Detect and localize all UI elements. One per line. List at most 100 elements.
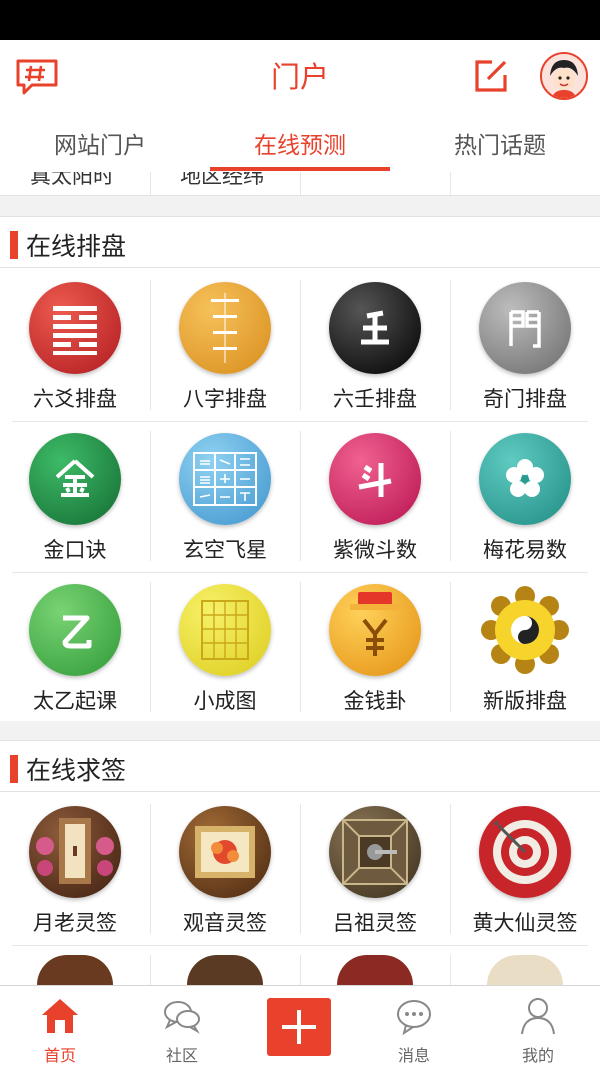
section-marker (10, 231, 18, 259)
nav-label: 我的 (521, 1046, 554, 1065)
section-header: 在线求签 (0, 740, 600, 792)
partial-icon-item[interactable] (487, 955, 563, 985)
col-divider (300, 280, 301, 410)
yi-character-icon (29, 584, 121, 676)
message-icon (397, 1000, 431, 1036)
partial-icon-item[interactable] (37, 955, 113, 985)
tab-online-prediction[interactable]: 在线预测 (210, 126, 390, 160)
plum-blossom-icon (479, 433, 571, 525)
tab-portal[interactable]: 网站门户 (10, 126, 190, 160)
row-divider (12, 945, 588, 946)
bazi-scroll-icon (179, 282, 271, 374)
grid-item-meihua[interactable]: 梅花易数 (450, 421, 600, 571)
grid-item-label: 玄空飞星 (183, 538, 267, 562)
col-divider (300, 431, 301, 561)
col-divider (450, 804, 451, 934)
col-divider (450, 431, 451, 561)
target-icon (479, 806, 571, 898)
col-divider (450, 582, 451, 712)
active-tab-indicator (210, 167, 390, 171)
grid-item-label: 金口诀 (43, 538, 107, 562)
grid-item-label: 吕祖灵签 (333, 911, 417, 935)
grid-item-liuren[interactable]: 六壬排盘 (300, 270, 450, 420)
divider (450, 172, 451, 195)
chat-bubbles-icon (164, 1001, 200, 1034)
grid-paper-icon (179, 584, 271, 676)
grid-item-label: 六壬排盘 (333, 387, 417, 411)
section-title: 在线排盘 (26, 232, 127, 261)
partial-item-solar-time[interactable]: 真太阳时 (30, 172, 114, 190)
grid-item-label: 梅花易数 (483, 538, 567, 562)
grid-item-label: 紫微斗数 (333, 538, 417, 562)
hexagram-icon (29, 282, 121, 374)
grid-item-label: 小成图 (193, 689, 257, 713)
grid-item-label: 新版排盘 (483, 689, 567, 713)
grid-item-label: 太乙起课 (33, 689, 117, 713)
grid-item-yuelao[interactable]: 月老灵签 (0, 794, 150, 944)
nav-profile[interactable]: 我的 (478, 986, 598, 1067)
grid-item-jinkoujue[interactable]: 金口诀 (0, 421, 150, 571)
status-bar (0, 0, 600, 40)
grid-item-label: 六爻排盘 (33, 387, 117, 411)
col-divider (150, 582, 151, 712)
grid-item-qimen[interactable]: 奇门排盘 (450, 270, 600, 420)
grid-item-label: 月老灵签 (33, 911, 117, 935)
lvzu-box-icon (329, 806, 421, 898)
nav-messages[interactable]: 消息 (354, 986, 474, 1067)
col-divider (150, 804, 151, 934)
men-gate-icon (479, 282, 571, 374)
guanyin-frame-icon (179, 806, 271, 898)
add-plus-icon (282, 1010, 316, 1044)
col-divider (150, 431, 151, 561)
partial-tool-row: 真太阳时 地区经纬 (0, 172, 600, 196)
grid-item-liuyao[interactable]: 六爻排盘 (0, 270, 150, 420)
add-post-button[interactable] (267, 998, 331, 1056)
nav-home[interactable]: 首页 (0, 986, 120, 1067)
coin-bag-icon (329, 584, 421, 676)
nav-label: 首页 (43, 1046, 76, 1065)
grid-item-bazi[interactable]: 八字排盘 (150, 270, 300, 420)
tab-hot-topics[interactable]: 热门话题 (410, 126, 590, 160)
grid-item-guanyin[interactable]: 观音灵签 (150, 794, 300, 944)
nine-grid-icon (179, 433, 271, 525)
dou-character-icon (329, 433, 421, 525)
ren-character-icon (329, 282, 421, 374)
partial-icon-item[interactable] (337, 955, 413, 985)
nav-label: 消息 (397, 1046, 430, 1065)
col-divider (150, 955, 151, 985)
section-online-lots: 在线求签 月老灵签 观音灵签 吕祖灵签 黄大仙灵签 (0, 740, 600, 985)
partial-item-region[interactable]: 地区经纬 (180, 172, 264, 190)
app-header: 门户 (0, 40, 600, 112)
grid-item-new-chart[interactable]: 新版排盘 (450, 572, 600, 722)
grid-item-label: 奇门排盘 (483, 387, 567, 411)
grid-item-xiaochengtu[interactable]: 小成图 (150, 572, 300, 722)
user-avatar-icon[interactable] (540, 52, 588, 100)
partial-icon-item[interactable] (187, 955, 263, 985)
section-title: 在线求签 (26, 756, 127, 785)
grid-item-huangdaxian[interactable]: 黄大仙灵签 (450, 794, 600, 944)
yuelao-shrine-icon (29, 806, 121, 898)
bagua-flower-icon (479, 584, 571, 676)
profile-icon (521, 998, 555, 1035)
grid-item-lvzu[interactable]: 吕祖灵签 (300, 794, 450, 944)
col-divider (300, 582, 301, 712)
compose-edit-icon[interactable] (472, 57, 510, 95)
grid-item-taiyi[interactable]: 太乙起课 (0, 572, 150, 722)
grid-item-label: 八字排盘 (183, 387, 267, 411)
section-online-charting: 在线排盘 六爻排盘 八字排盘 六壬排盘 奇门排盘 金口诀 玄空飞星 紫微斗数 梅… (0, 216, 600, 721)
nav-community[interactable]: 社区 (122, 986, 242, 1067)
jin-character-icon (29, 433, 121, 525)
grid-item-jinqiangua[interactable]: 金钱卦 (300, 572, 450, 722)
grid-item-ziwei[interactable]: 紫微斗数 (300, 421, 450, 571)
topic-hash-icon[interactable] (14, 57, 60, 97)
home-icon (42, 999, 78, 1033)
col-divider (300, 955, 301, 985)
divider (150, 172, 151, 195)
bottom-navigation: 首页 社区 消息 我的 (0, 985, 600, 1067)
page-title: 门户 (270, 60, 329, 94)
tab-bar: 网站门户 在线预测 热门话题 (0, 112, 600, 172)
col-divider (300, 804, 301, 934)
grid-item-xuankong[interactable]: 玄空飞星 (150, 421, 300, 571)
section-header: 在线排盘 (0, 216, 600, 268)
section-marker (10, 755, 18, 783)
